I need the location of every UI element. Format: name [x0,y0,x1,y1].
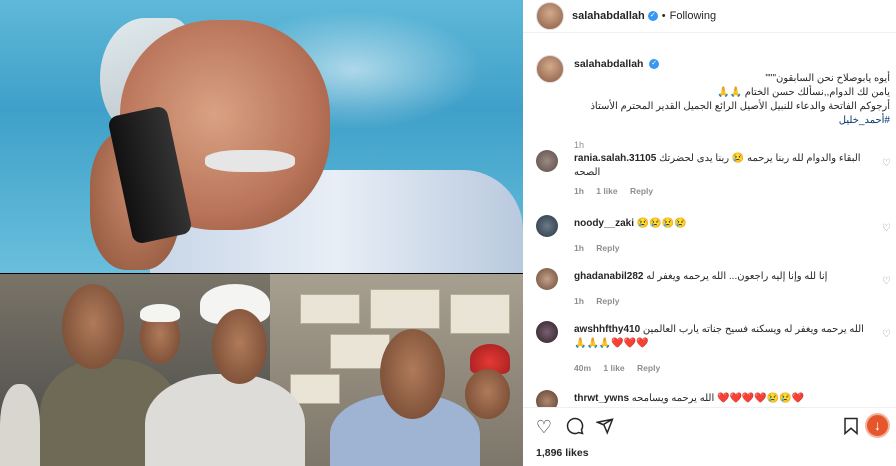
commenter-username[interactable]: rania.salah.31105 [574,153,656,164]
download-icon[interactable]: ↓ [865,413,890,438]
reply-button[interactable]: Reply [596,243,619,253]
comment-text: الله يرحمه ويسامحه ❤️❤️❤️❤️😢😢❤️ [631,393,805,404]
heart-icon[interactable]: ♡ [534,417,554,437]
caption-avatar[interactable] [536,55,564,83]
post-photo-bottom [0,274,523,466]
comment-time[interactable]: 1h [574,186,584,196]
commenter-avatar[interactable] [536,321,558,343]
comments-thread[interactable]: salahabdallah ✓ أيوه يابوصلاح نحن السابق… [523,33,896,407]
following-button[interactable]: Following [670,10,716,22]
comment-text: إنا لله وإنا إليه راجعون... الله يرحمه و… [646,271,828,282]
author-avatar[interactable] [536,2,564,30]
commenter-username[interactable]: awshhfthy410 [574,324,640,335]
comment-item: thrwt_ywns الله يرحمه ويسامحه ❤️❤️❤️❤️😢😢… [536,390,891,407]
comment-like-heart-icon[interactable]: ♡ [882,329,891,340]
commenter-avatar[interactable] [536,268,558,290]
reply-button[interactable]: Reply [596,296,619,306]
comment-item: rania.salah.31105 البقاء والدوام لله ربن… [536,150,891,205]
comment-time[interactable]: 40m [574,363,591,373]
caption-line-2: يامن لك الدوام,,نسألك حسن الختام 🙏🙏 [717,87,890,98]
comment-likes[interactable]: 1 like [596,186,617,196]
caption-username[interactable]: salahabdallah [574,58,643,70]
commenter-avatar[interactable] [536,390,558,407]
post-media[interactable] [0,0,523,466]
verified-badge-icon: ✓ [647,11,658,21]
comment-icon[interactable] [565,417,585,437]
verified-badge-icon: ✓ [649,59,660,70]
comment-item: awshhfthy410 الله يرحمه ويغفر له ويسكنه … [536,321,891,376]
comment-like-heart-icon[interactable]: ♡ [882,158,891,169]
commenter-username[interactable]: ghadanabil282 [574,271,643,282]
author-username[interactable]: salahabdallah [572,10,645,22]
caption-line-3: أرجوكم الفاتحة والدعاء للنبيل الأصيل الر… [590,101,890,112]
bookmark-icon[interactable] [841,417,861,437]
comment-like-heart-icon[interactable]: ♡ [882,276,891,287]
commenter-username[interactable]: noody__zaki [574,218,634,229]
post-header: salahabdallah ✓ • Following [523,0,896,33]
comment-item: noody__zaki 😢😢😢😢 1h Reply ♡ [536,215,891,255]
comment-text: 😢😢😢😢 [636,218,687,229]
comment-item: ghadanabil282 إنا لله وإنا إليه راجعون..… [536,268,891,308]
commenter-username[interactable]: thrwt_ywns [574,393,629,404]
reply-button[interactable]: Reply [630,186,653,196]
caption-line-1: أيوه يابوصلاح نحن السابقون""" [765,73,890,84]
comment-likes[interactable]: 1 like [603,363,624,373]
post-actions-bar: ♡ ↓ 1,896 likes [523,407,896,466]
comment-time[interactable]: 1h [574,296,584,306]
likes-count[interactable]: 1,896 likes [536,447,589,459]
post-panel: salahabdallah ✓ • Following salahabdalla… [523,0,896,466]
post-photo-top [0,0,523,273]
comment-time[interactable]: 1h [574,243,584,253]
post-caption: salahabdallah ✓ أيوه يابوصلاح نحن السابق… [536,55,891,150]
header-separator: • [661,10,666,22]
caption-hashtag[interactable]: #أحمد_خليل [574,114,890,128]
commenter-avatar[interactable] [536,150,558,172]
reply-button[interactable]: Reply [637,363,660,373]
comment-like-heart-icon[interactable]: ♡ [882,223,891,234]
share-icon[interactable] [594,417,615,437]
commenter-avatar[interactable] [536,215,558,237]
